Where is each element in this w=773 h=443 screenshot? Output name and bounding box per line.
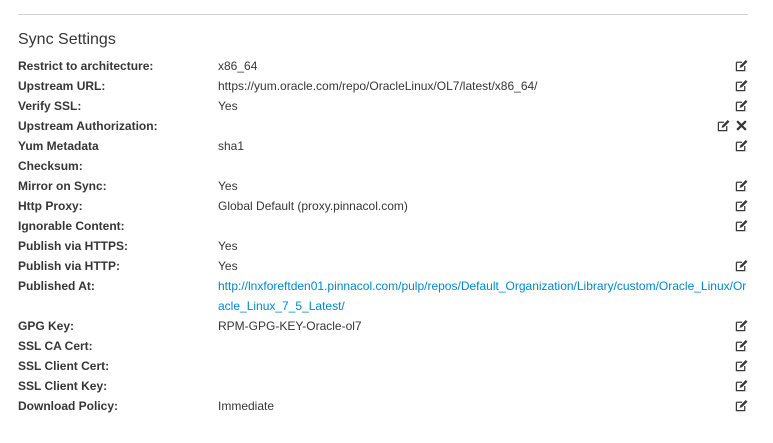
edit-icon[interactable] <box>735 259 748 272</box>
setting-row-upstream-authorization: Upstream Authorization: <box>18 116 748 136</box>
setting-actions <box>735 139 748 152</box>
edit-icon[interactable] <box>735 379 748 392</box>
setting-actions <box>735 379 748 392</box>
setting-actions <box>735 399 748 412</box>
setting-row-mirror-on-sync: Mirror on Sync: Yes <box>18 176 748 196</box>
setting-actions <box>735 339 748 352</box>
edit-icon[interactable] <box>735 199 748 212</box>
setting-row-download-policy: Download Policy: Immediate <box>18 396 748 416</box>
setting-value <box>218 156 748 176</box>
section-title: Sync Settings <box>18 31 116 48</box>
edit-icon[interactable] <box>735 219 748 232</box>
setting-label: Download Policy: <box>18 399 119 413</box>
setting-row-yum-metadata: Yum Metadata sha1 <box>18 136 748 156</box>
edit-icon[interactable] <box>735 79 748 92</box>
setting-row-published-at: Published At: http://lnxforeftden01.pinna… <box>18 276 748 316</box>
section-divider <box>18 14 748 15</box>
setting-row-checksum: Checksum: <box>18 156 748 176</box>
setting-label: Upstream Authorization: <box>18 119 158 133</box>
setting-value <box>218 376 748 396</box>
setting-value: Global Default (proxy.pinnacol.com) <box>218 199 408 213</box>
setting-label: GPG Key: <box>18 319 75 333</box>
setting-label: Restrict to architecture: <box>18 59 154 73</box>
setting-value <box>218 116 748 136</box>
edit-icon[interactable] <box>735 99 748 112</box>
setting-value: x86_64 <box>218 59 258 73</box>
setting-value: Yes <box>218 239 238 253</box>
setting-value: Yes <box>218 259 238 273</box>
edit-icon[interactable] <box>735 179 748 192</box>
setting-actions <box>735 79 748 92</box>
setting-label: SSL CA Cert: <box>18 339 93 353</box>
setting-row-ignorable-content: Ignorable Content: <box>18 216 748 236</box>
setting-value: Yes <box>218 179 238 193</box>
setting-value: Yes <box>218 99 238 113</box>
setting-row-ssl-client-key: SSL Client Key: <box>18 376 748 396</box>
setting-actions <box>735 359 748 372</box>
setting-row-restrict-to-architecture: Restrict to architecture: x86_64 <box>18 56 748 76</box>
setting-row-gpg-key: GPG Key: RPM-GPG-KEY-Oracle-ol7 <box>18 316 748 336</box>
setting-value: sha1 <box>218 139 245 153</box>
close-icon[interactable] <box>735 119 748 132</box>
setting-label: Verify SSL: <box>18 99 82 113</box>
edit-icon[interactable] <box>735 139 748 152</box>
setting-value: Immediate <box>218 399 275 413</box>
setting-actions <box>735 319 748 332</box>
setting-label: Upstream URL: <box>18 79 106 93</box>
settings-list: Restrict to architecture: x86_64 Upstream … <box>18 56 748 416</box>
edit-icon[interactable] <box>735 359 748 372</box>
setting-row-publish-via-https: Publish via HTTPS: Yes <box>18 236 748 256</box>
setting-actions <box>735 179 748 192</box>
setting-value <box>218 216 748 236</box>
setting-label: SSL Client Key: <box>18 379 108 393</box>
setting-row-ssl-ca-cert: SSL CA Cert: <box>18 336 748 356</box>
edit-icon[interactable] <box>735 399 748 412</box>
setting-actions <box>735 219 748 232</box>
setting-row-publish-via-http: Publish via HTTP: Yes <box>18 256 748 276</box>
setting-label: Ignorable Content: <box>18 219 125 233</box>
setting-value: RPM-GPG-KEY-Oracle-ol7 <box>218 319 362 333</box>
setting-label: Http Proxy: <box>18 199 83 213</box>
edit-icon[interactable] <box>735 339 748 352</box>
edit-icon[interactable] <box>717 119 730 132</box>
setting-actions <box>735 59 748 72</box>
setting-value <box>218 356 748 376</box>
setting-row-upstream-url: Upstream URL: https://yum.oracle.com/repo… <box>18 76 748 96</box>
setting-row-verify-ssl: Verify SSL: Yes <box>18 96 748 116</box>
setting-label: Mirror on Sync: <box>18 179 107 193</box>
setting-actions <box>717 119 748 132</box>
setting-actions <box>735 99 748 112</box>
setting-label: SSL Client Cert: <box>18 359 110 373</box>
edit-icon[interactable] <box>735 59 748 72</box>
setting-label: Checksum: <box>18 159 83 173</box>
setting-label: Yum Metadata <box>18 139 99 153</box>
setting-actions <box>735 259 748 272</box>
setting-label: Published At: <box>18 279 95 293</box>
edit-icon[interactable] <box>735 319 748 332</box>
setting-label: Publish via HTTPS: <box>18 239 129 253</box>
setting-row-ssl-client-cert: SSL Client Cert: <box>18 356 748 376</box>
setting-label: Publish via HTTP: <box>18 259 121 273</box>
setting-actions <box>735 199 748 212</box>
setting-row-http-proxy: Http Proxy: Global Default (proxy.pinnaco… <box>18 196 748 216</box>
setting-value <box>218 336 748 356</box>
published-url-link[interactable]: http://lnxforeftden01.pinnacol.com/pulp/… <box>218 276 748 316</box>
setting-value: https://yum.oracle.com/repo/OracleLinux/… <box>218 79 538 93</box>
